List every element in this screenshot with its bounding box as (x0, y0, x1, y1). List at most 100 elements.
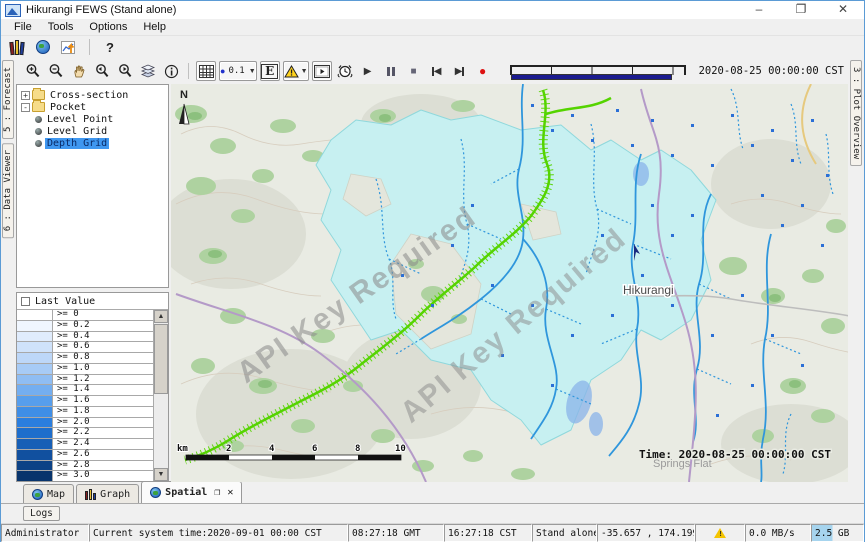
legend-row[interactable]: >= 3.0 (17, 471, 153, 481)
tree-item-level-grid[interactable]: Level Grid (21, 125, 168, 137)
menu-help[interactable]: Help (136, 21, 173, 33)
step-last-button[interactable]: ▶ (450, 61, 470, 81)
close-tab-icon[interactable]: ✕ (227, 487, 233, 498)
logs-button[interactable]: Logs (23, 506, 60, 521)
tab-spatial[interactable]: Spatial ❐ ✕ (141, 481, 242, 503)
map-time-label: Time: 2020-08-25 00:00:00 CST (639, 448, 831, 461)
legend-label: >= 0 (53, 310, 153, 320)
pan-hand-icon[interactable] (69, 61, 89, 81)
tab-map[interactable]: Map (23, 484, 74, 503)
app-window: Hikurangi FEWS (Stand alone) – ❐ ✕ File … (0, 0, 865, 542)
status-system-time: Current system time:2020-09-01 00:00 CST (89, 524, 348, 542)
zoom-out-icon[interactable] (46, 61, 66, 81)
collapse-icon[interactable]: - (21, 103, 30, 112)
svg-text:4: 4 (269, 444, 275, 454)
zoom-previous-icon[interactable] (92, 61, 112, 81)
stop-button[interactable]: ■ (404, 61, 424, 81)
legend-swatch (17, 353, 53, 363)
title-bar: Hikurangi FEWS (Stand alone) – ❐ ✕ (1, 1, 864, 19)
scroll-down-icon[interactable]: ▼ (154, 468, 168, 481)
help-icon[interactable]: ? (100, 37, 120, 57)
time-slider-range[interactable] (511, 74, 672, 80)
toolbar-separator (89, 39, 90, 55)
globe-icon (32, 489, 43, 500)
legend-row[interactable]: >= 0.2 (17, 321, 153, 332)
node-bullet-icon (35, 128, 42, 135)
legend-row[interactable]: >= 1.8 (17, 407, 153, 418)
zoom-in-icon[interactable] (23, 61, 43, 81)
legend-panel: Last Value >= 0>= 0.2>= 0.4>= 0.6>= 0.8>… (16, 292, 169, 482)
main-toolbar: ? (1, 36, 864, 58)
svg-text:10: 10 (395, 444, 406, 454)
close-icon[interactable]: ✕ (822, 1, 864, 19)
tree-item-cross-section[interactable]: + Cross-section (21, 89, 168, 101)
menu-options[interactable]: Options (82, 21, 134, 33)
pause-button[interactable] (381, 61, 401, 81)
status-memory[interactable]: 2.5 GB (811, 524, 864, 542)
last-value-checkbox[interactable] (21, 297, 30, 306)
menu-tools[interactable]: Tools (41, 21, 81, 33)
tab-graph[interactable]: Graph (76, 484, 139, 503)
status-warning-cell[interactable] (695, 524, 745, 542)
tab-forecast[interactable]: 5 : Forecast (2, 60, 14, 139)
map-view[interactable]: API Key Required API Key Required Hikura… (171, 84, 848, 482)
legend-swatch (17, 471, 53, 481)
legend-scrollbar[interactable]: ▲ ▼ (154, 310, 168, 481)
legend-swatch (17, 364, 53, 374)
legend-swatch (17, 439, 53, 449)
layers-icon[interactable] (138, 61, 158, 81)
thresholds-warning-dropdown[interactable]: ▼ (283, 61, 309, 81)
expand-icon[interactable]: + (21, 91, 30, 100)
svg-text:8: 8 (355, 444, 360, 454)
legend-swatch (17, 396, 53, 406)
legend-swatch (17, 321, 53, 331)
svg-text:6: 6 (312, 444, 317, 454)
zoom-next-icon[interactable] (115, 61, 135, 81)
maximize-icon[interactable]: ❐ (780, 1, 822, 19)
legend-swatch (17, 310, 53, 320)
movie-player-icon[interactable] (312, 61, 332, 81)
scroll-up-icon[interactable]: ▲ (154, 310, 168, 323)
tab-plot-overview[interactable]: 3 : Plot Overview (850, 60, 862, 166)
chevron-down-icon: ▼ (249, 68, 256, 75)
tree-item-level-point[interactable]: Level Point (21, 113, 168, 125)
bar-chart-icon (85, 489, 96, 500)
scrollbar-thumb[interactable] (154, 324, 168, 394)
app-icon (5, 4, 21, 17)
undock-icon[interactable]: ❐ (214, 487, 220, 498)
data-viewer-panel: + Cross-section - Pocket Level Point (15, 84, 171, 482)
grid-display-icon[interactable] (196, 61, 216, 81)
record-button[interactable]: ● (473, 61, 493, 81)
legend-swatch (17, 375, 53, 385)
legend-label: >= 2.4 (53, 439, 153, 449)
step-first-button[interactable]: ◀ (427, 61, 447, 81)
node-bullet-icon (35, 140, 42, 147)
legend-label: >= 0.8 (53, 353, 153, 363)
bottom-tab-bar: Map Graph Spatial ❐ ✕ (1, 482, 864, 504)
legend-row[interactable]: >= 2.6 (17, 450, 153, 461)
menu-file[interactable]: File (7, 21, 39, 33)
play-button[interactable]: ▶ (358, 61, 378, 81)
animation-clock-icon[interactable] (335, 61, 355, 81)
timeseries-chart-icon[interactable] (59, 37, 79, 57)
right-panel-strip: 3 : Plot Overview (848, 58, 864, 482)
legend-label: >= 0.6 (53, 342, 153, 352)
map-canvas[interactable]: API Key Required API Key Required Hikura… (171, 84, 848, 482)
legend-row[interactable]: >= 1.0 (17, 364, 153, 375)
warning-icon (714, 528, 726, 538)
minimize-icon[interactable]: – (738, 1, 780, 19)
tab-data-viewer[interactable]: 6 : Data Viewer (2, 143, 14, 238)
database-icon[interactable] (7, 37, 27, 57)
tree-item-depth-grid[interactable]: Depth Grid (21, 137, 168, 149)
folder-icon (32, 102, 45, 112)
time-slider[interactable] (510, 62, 686, 80)
info-icon[interactable] (161, 61, 181, 81)
classification-legend-icon[interactable]: E (260, 61, 280, 81)
folder-icon (32, 90, 45, 100)
globe-icon[interactable] (33, 37, 53, 57)
tree-item-pocket[interactable]: - Pocket (21, 101, 168, 113)
interval-dropdown[interactable]: ●0.1▼ (219, 61, 257, 81)
globe-icon (150, 487, 161, 498)
legend-label: >= 1.2 (53, 375, 153, 385)
legend-label: >= 1.0 (53, 364, 153, 374)
